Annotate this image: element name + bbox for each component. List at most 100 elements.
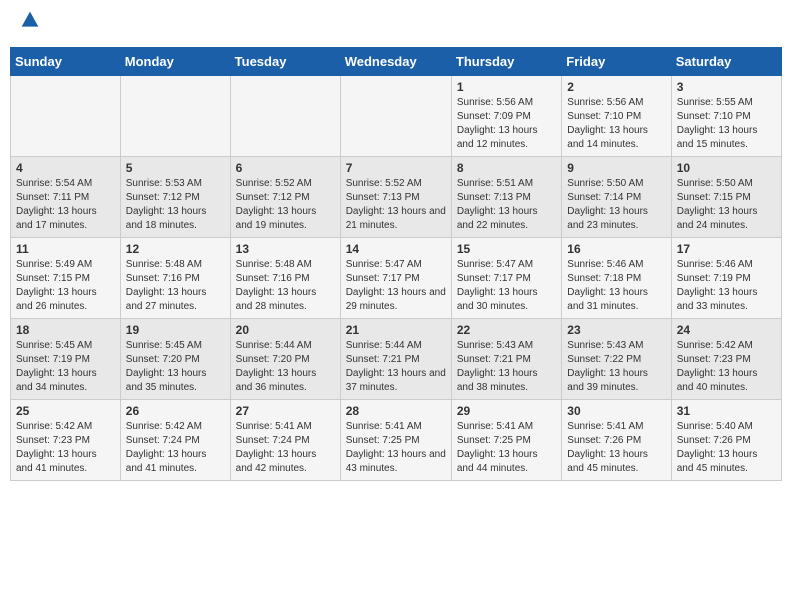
- day-cell: 2Sunrise: 5:56 AMSunset: 7:10 PMDaylight…: [562, 76, 671, 157]
- day-info: Sunrise: 5:45 AMSunset: 7:20 PMDaylight:…: [126, 339, 225, 395]
- day-number: 5: [126, 161, 225, 175]
- calendar-table: SundayMondayTuesdayWednesdayThursdayFrid…: [10, 47, 782, 481]
- day-cell: 7 Sunrise: 5:52 AMSunset: 7:13 PMDaylight…: [340, 157, 451, 238]
- day-info: Sunrise: 5:50 AMSunset: 7:15 PMDaylight:…: [677, 177, 776, 233]
- day-number: 4: [16, 161, 115, 175]
- day-info: Sunrise: 5:49 AMSunset: 7:15 PMDaylight:…: [16, 258, 115, 314]
- day-cell: 25Sunrise: 5:42 AMSunset: 7:23 PMDayligh…: [11, 400, 121, 481]
- day-number: 7: [346, 161, 446, 175]
- day-cell: 23 Sunrise: 5:43 AMSunset: 7:22 PMDayligh…: [562, 319, 671, 400]
- day-cell: 13Sunrise: 5:48 AMSunset: 7:16 PMDayligh…: [230, 238, 340, 319]
- column-header-friday: Friday: [562, 48, 671, 76]
- day-cell: 26 Sunrise: 5:42 AMSunset: 7:24 PMDayligh…: [120, 400, 230, 481]
- day-number: 12: [126, 242, 225, 256]
- day-cell: 22 Sunrise: 5:43 AMSunset: 7:21 PMDayligh…: [451, 319, 561, 400]
- day-info: Sunrise: 5:41 AMSunset: 7:24 PMDaylight:…: [236, 420, 335, 476]
- day-cell: 18Sunrise: 5:45 AMSunset: 7:19 PMDayligh…: [11, 319, 121, 400]
- day-info: Sunrise: 5:56 AMSunset: 7:10 PMDaylight:…: [567, 96, 665, 152]
- day-info: Sunrise: 5:45 AMSunset: 7:19 PMDaylight:…: [16, 339, 115, 395]
- day-cell: 5 Sunrise: 5:53 AMSunset: 7:12 PMDaylight…: [120, 157, 230, 238]
- day-info: Sunrise: 5:41 AMSunset: 7:26 PMDaylight:…: [567, 420, 665, 476]
- day-info: Sunrise: 5:50 AMSunset: 7:14 PMDaylight:…: [567, 177, 665, 233]
- day-number: 15: [457, 242, 556, 256]
- week-row-4: 18Sunrise: 5:45 AMSunset: 7:19 PMDayligh…: [11, 319, 782, 400]
- day-cell: 20 Sunrise: 5:44 AMSunset: 7:20 PMDayligh…: [230, 319, 340, 400]
- logo-icon: [20, 10, 40, 30]
- column-header-monday: Monday: [120, 48, 230, 76]
- day-number: 22: [457, 323, 556, 337]
- day-cell: 9 Sunrise: 5:50 AMSunset: 7:14 PMDaylight…: [562, 157, 671, 238]
- day-number: 8: [457, 161, 556, 175]
- day-cell: 28 Sunrise: 5:41 AMSunset: 7:25 PMDayligh…: [340, 400, 451, 481]
- week-row-1: 1Sunrise: 5:56 AMSunset: 7:09 PMDaylight…: [11, 76, 782, 157]
- logo: [18, 14, 40, 35]
- day-cell: 21 Sunrise: 5:44 AMSunset: 7:21 PMDayligh…: [340, 319, 451, 400]
- day-info: Sunrise: 5:41 AMSunset: 7:25 PMDaylight:…: [346, 420, 446, 476]
- day-cell: 10 Sunrise: 5:50 AMSunset: 7:15 PMDayligh…: [671, 157, 781, 238]
- day-cell: 29 Sunrise: 5:41 AMSunset: 7:25 PMDayligh…: [451, 400, 561, 481]
- day-number: 11: [16, 242, 115, 256]
- day-cell: [340, 76, 451, 157]
- calendar-header-row: SundayMondayTuesdayWednesdayThursdayFrid…: [11, 48, 782, 76]
- day-info: Sunrise: 5:44 AMSunset: 7:21 PMDaylight:…: [346, 339, 446, 395]
- day-info: Sunrise: 5:47 AMSunset: 7:17 PMDaylight:…: [457, 258, 556, 314]
- day-info: Sunrise: 5:52 AMSunset: 7:13 PMDaylight:…: [346, 177, 446, 233]
- day-cell: 4 Sunrise: 5:54 AMSunset: 7:11 PMDaylight…: [11, 157, 121, 238]
- day-info: Sunrise: 5:44 AMSunset: 7:20 PMDaylight:…: [236, 339, 335, 395]
- day-info: Sunrise: 5:48 AMSunset: 7:16 PMDaylight:…: [126, 258, 225, 314]
- day-info: Sunrise: 5:40 AMSunset: 7:26 PMDaylight:…: [677, 420, 776, 476]
- day-cell: 30 Sunrise: 5:41 AMSunset: 7:26 PMDayligh…: [562, 400, 671, 481]
- day-info: Sunrise: 5:54 AMSunset: 7:11 PMDaylight:…: [16, 177, 115, 233]
- day-info: Sunrise: 5:47 AMSunset: 7:17 PMDaylight:…: [346, 258, 446, 314]
- day-info: Sunrise: 5:55 AMSunset: 7:10 PMDaylight:…: [677, 96, 776, 152]
- column-header-thursday: Thursday: [451, 48, 561, 76]
- day-number: 10: [677, 161, 776, 175]
- day-cell: [11, 76, 121, 157]
- day-number: 9: [567, 161, 665, 175]
- day-cell: 1Sunrise: 5:56 AMSunset: 7:09 PMDaylight…: [451, 76, 561, 157]
- day-info: Sunrise: 5:43 AMSunset: 7:22 PMDaylight:…: [567, 339, 665, 395]
- day-info: Sunrise: 5:41 AMSunset: 7:25 PMDaylight:…: [457, 420, 556, 476]
- column-header-tuesday: Tuesday: [230, 48, 340, 76]
- day-cell: 16Sunrise: 5:46 AMSunset: 7:18 PMDayligh…: [562, 238, 671, 319]
- day-cell: [120, 76, 230, 157]
- day-info: Sunrise: 5:53 AMSunset: 7:12 PMDaylight:…: [126, 177, 225, 233]
- week-row-2: 4 Sunrise: 5:54 AMSunset: 7:11 PMDaylight…: [11, 157, 782, 238]
- day-cell: 17 Sunrise: 5:46 AMSunset: 7:19 PMDayligh…: [671, 238, 781, 319]
- day-cell: 27 Sunrise: 5:41 AMSunset: 7:24 PMDayligh…: [230, 400, 340, 481]
- day-number: 3: [677, 80, 776, 94]
- day-info: Sunrise: 5:51 AMSunset: 7:13 PMDaylight:…: [457, 177, 556, 233]
- day-number: 26: [126, 404, 225, 418]
- day-number: 20: [236, 323, 335, 337]
- day-info: Sunrise: 5:46 AMSunset: 7:18 PMDaylight:…: [567, 258, 665, 314]
- day-cell: 12 Sunrise: 5:48 AMSunset: 7:16 PMDayligh…: [120, 238, 230, 319]
- day-number: 17: [677, 242, 776, 256]
- column-header-wednesday: Wednesday: [340, 48, 451, 76]
- day-number: 14: [346, 242, 446, 256]
- day-cell: [230, 76, 340, 157]
- day-number: 30: [567, 404, 665, 418]
- day-cell: 3 Sunrise: 5:55 AMSunset: 7:10 PMDaylight…: [671, 76, 781, 157]
- day-cell: 19 Sunrise: 5:45 AMSunset: 7:20 PMDayligh…: [120, 319, 230, 400]
- day-number: 23: [567, 323, 665, 337]
- day-number: 27: [236, 404, 335, 418]
- day-number: 24: [677, 323, 776, 337]
- day-info: Sunrise: 5:42 AMSunset: 7:23 PMDaylight:…: [16, 420, 115, 476]
- week-row-3: 11 Sunrise: 5:49 AMSunset: 7:15 PMDayligh…: [11, 238, 782, 319]
- day-number: 21: [346, 323, 446, 337]
- day-number: 1: [457, 80, 556, 94]
- day-number: 29: [457, 404, 556, 418]
- day-cell: 8 Sunrise: 5:51 AMSunset: 7:13 PMDaylight…: [451, 157, 561, 238]
- day-cell: 31Sunrise: 5:40 AMSunset: 7:26 PMDayligh…: [671, 400, 781, 481]
- day-cell: 11 Sunrise: 5:49 AMSunset: 7:15 PMDayligh…: [11, 238, 121, 319]
- day-number: 19: [126, 323, 225, 337]
- day-number: 28: [346, 404, 446, 418]
- column-header-saturday: Saturday: [671, 48, 781, 76]
- day-cell: 6Sunrise: 5:52 AMSunset: 7:12 PMDaylight…: [230, 157, 340, 238]
- day-info: Sunrise: 5:46 AMSunset: 7:19 PMDaylight:…: [677, 258, 776, 314]
- day-info: Sunrise: 5:43 AMSunset: 7:21 PMDaylight:…: [457, 339, 556, 395]
- day-cell: 24Sunrise: 5:42 AMSunset: 7:23 PMDayligh…: [671, 319, 781, 400]
- day-cell: 15 Sunrise: 5:47 AMSunset: 7:17 PMDayligh…: [451, 238, 561, 319]
- day-info: Sunrise: 5:42 AMSunset: 7:24 PMDaylight:…: [126, 420, 225, 476]
- page-header: [10, 10, 782, 39]
